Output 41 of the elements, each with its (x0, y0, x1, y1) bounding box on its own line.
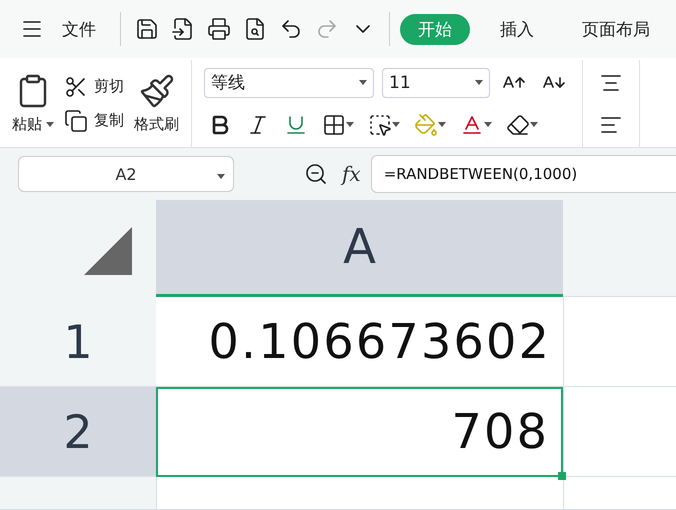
zoom-out-icon (304, 162, 328, 186)
copy-icon (64, 108, 88, 132)
caret-icon (392, 122, 400, 128)
print-icon (207, 17, 231, 41)
name-box[interactable]: A2 (18, 156, 234, 192)
caret-icon (484, 122, 492, 128)
export-icon (171, 17, 195, 41)
format-painter-button[interactable]: 格式刷 (134, 73, 179, 134)
caret-icon (46, 122, 54, 128)
paintbrush-icon (138, 73, 174, 109)
cut-button[interactable]: 剪切 (64, 74, 124, 98)
grid-icon (322, 112, 346, 136)
caret-icon (217, 174, 225, 180)
save-icon (135, 17, 159, 41)
eraser-icon (506, 112, 530, 136)
column-header[interactable]: A (156, 200, 563, 297)
paste-label: 粘贴 (12, 115, 42, 134)
empty-cell[interactable] (563, 387, 676, 477)
row-header[interactable]: 2 (0, 387, 156, 477)
caret-icon (346, 122, 354, 128)
caret-icon (475, 80, 483, 86)
caret-icon (359, 80, 367, 86)
paste-button[interactable]: 粘贴 (12, 73, 54, 134)
font-name-select[interactable]: 等线 (204, 68, 374, 98)
formula-field[interactable]: =RANDBETWEEN(0,1000) (370, 155, 676, 193)
preview-icon (243, 17, 267, 41)
ribbon-tab[interactable]: 页面布局 (564, 14, 668, 44)
ribbon-tab[interactable]: 插入 (482, 14, 552, 44)
font-size-select[interactable]: 11 (382, 68, 490, 98)
caret-icon (438, 122, 446, 128)
empty-cell[interactable] (563, 297, 676, 387)
row-header[interactable]: 1 (0, 297, 156, 387)
select-all-triangle[interactable] (84, 227, 132, 275)
table-cell[interactable]: 708 (156, 387, 563, 477)
caret-icon (530, 122, 538, 128)
fill-handle[interactable] (558, 472, 566, 480)
paint-bucket-icon (414, 112, 438, 136)
dashed-square-icon (368, 112, 392, 136)
file-menu[interactable]: 文件 (52, 18, 110, 40)
copy-button[interactable]: 复制 (64, 108, 124, 132)
fx-label[interactable]: fx (342, 162, 361, 186)
